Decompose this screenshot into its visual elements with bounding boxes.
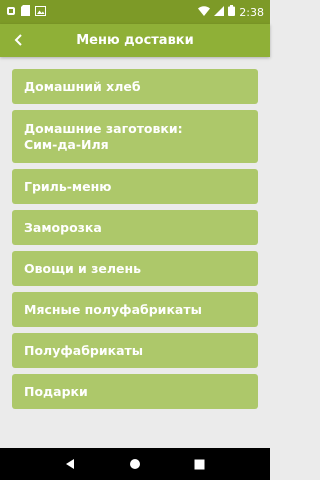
notification-image-icon (35, 5, 46, 19)
menu-item-label: Мясные полуфабрикаты (24, 301, 202, 317)
menu-item-label: Домашний хлеб (24, 78, 141, 94)
status-notifications (6, 5, 46, 19)
menu-item-preserves[interactable]: Домашние заготовки: Сим-да-Иля (12, 110, 258, 163)
page-title: Меню доставки (76, 33, 194, 48)
menu-item-label: Овощи и зелень (24, 260, 142, 276)
menu-item-label: Подарки (24, 383, 88, 399)
menu-item-vegetables[interactable]: Овощи и зелень (12, 251, 258, 286)
menu-item-bread[interactable]: Домашний хлеб (12, 69, 258, 104)
menu-item-label: Полуфабрикаты (24, 342, 144, 358)
menu-item-frozen[interactable]: Заморозка (12, 210, 258, 245)
nav-home-button[interactable] (123, 452, 147, 476)
home-circle-icon (129, 455, 141, 474)
nav-back-button[interactable] (58, 452, 82, 476)
status-system: 2:38 (198, 5, 264, 19)
menu-item-gifts[interactable]: Подарки (12, 374, 258, 409)
menu-item-label: Домашние заготовки: Сим-да-Иля (24, 120, 183, 152)
battery-icon (228, 5, 236, 19)
nav-recents-button[interactable] (188, 452, 212, 476)
menu-item-label: Заморозка (24, 219, 102, 235)
status-bar: 2:38 (0, 0, 270, 24)
notification-app-icon (6, 6, 16, 19)
notification-sd-icon (21, 5, 30, 19)
menu-item-label: Гриль-меню (24, 178, 112, 194)
delivery-menu-list: Домашний хлеб Домашние заготовки: Сим-да… (12, 69, 258, 415)
recents-square-icon (194, 455, 205, 474)
wifi-icon (198, 5, 211, 19)
system-nav-bar (0, 448, 270, 480)
menu-item-grill[interactable]: Гриль-меню (12, 169, 258, 204)
menu-item-semi-finished[interactable]: Полуфабрикаты (12, 333, 258, 368)
app-bar: Меню доставки (0, 24, 270, 57)
back-triangle-icon (64, 455, 76, 474)
back-button[interactable] (0, 24, 38, 57)
menu-item-meat[interactable]: Мясные полуфабрикаты (12, 292, 258, 327)
chevron-left-icon (14, 31, 24, 50)
signal-icon (214, 5, 225, 19)
status-time: 2:38 (239, 5, 264, 19)
